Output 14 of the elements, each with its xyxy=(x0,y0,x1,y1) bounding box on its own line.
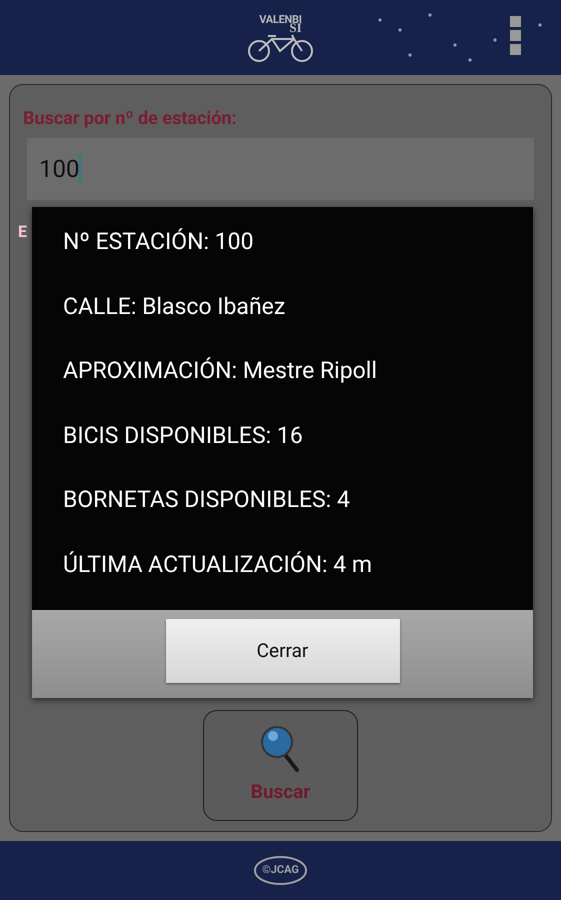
bicycle-icon xyxy=(246,34,316,62)
station-label: Buscar por nº de estación: xyxy=(23,107,238,131)
footer-logo: ©JCAG xyxy=(254,856,307,885)
station-info-line: APROXIMACIÓN: Mestre Ripoll xyxy=(63,356,378,386)
station-info-line: ÚLTIMA ACTUALIZACIÓN: 4 m xyxy=(63,550,374,580)
logo-title: VALENBI xyxy=(259,14,302,24)
menu-icon[interactable] xyxy=(510,16,521,55)
station-info-line: Nº ESTACIÓN: 100 xyxy=(63,227,255,257)
station-field[interactable]: 100 xyxy=(27,138,534,200)
field-label: E xyxy=(18,224,27,240)
station-info-line: BORNETAS DISPONIBLES: 4 xyxy=(63,485,351,515)
station-info-line: BICIS DISPONIBLES: 16 xyxy=(63,420,304,450)
station-info-line: CALLE: Blasco Ibañez xyxy=(63,292,286,322)
close-button[interactable]: Cerrar xyxy=(166,619,400,683)
